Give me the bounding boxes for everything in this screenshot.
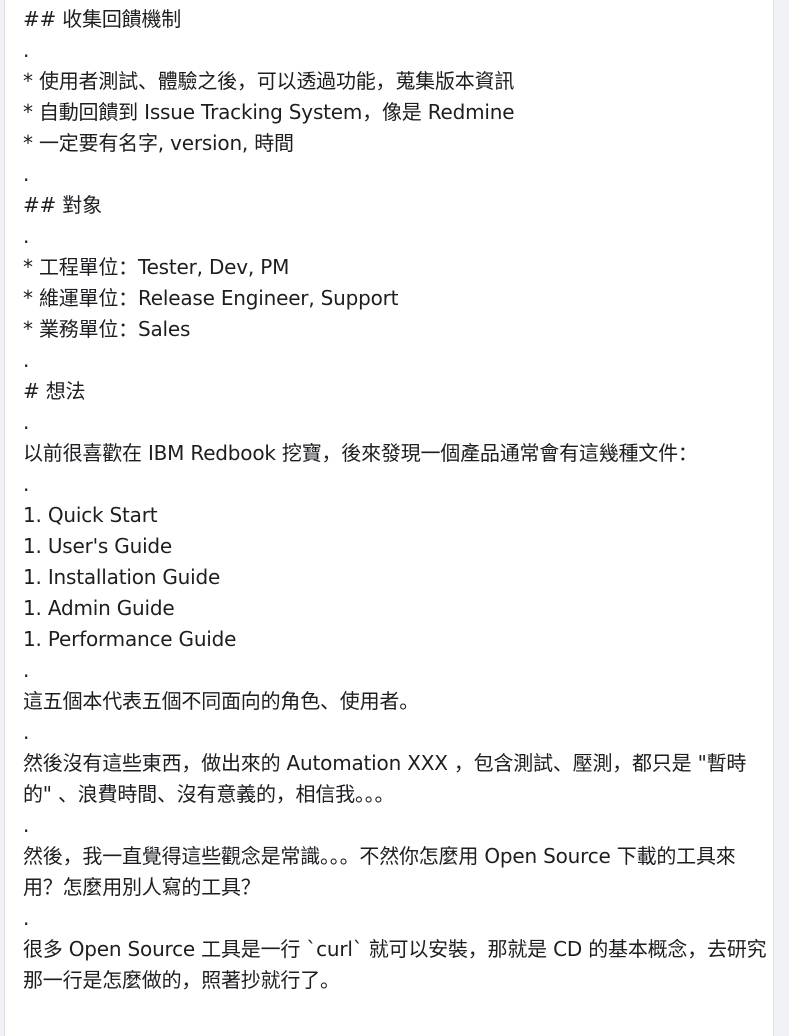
separator-dot: . xyxy=(23,720,30,744)
separator-dot: . xyxy=(23,472,30,496)
list-item: 1. Performance Guide xyxy=(23,627,237,651)
separator-dot: . xyxy=(23,906,30,930)
list-item: 1. User's Guide xyxy=(23,534,173,558)
separator-dot: . xyxy=(23,38,30,62)
paragraph: 然後，我一直覺得這些觀念是常識。。。不然你怎麼用 Open Source 下載的… xyxy=(23,844,736,899)
paragraph: 以前很喜歡在 IBM Redbook 挖寶，後來發現一個產品通常會有這幾種文件： xyxy=(23,441,698,465)
post-card: ## 收集回饋機制 . * 使用者測試、體驗之後，可以透過功能，蒐集版本資訊 *… xyxy=(4,0,774,1036)
heading-thoughts: # 想法 xyxy=(23,379,86,403)
separator-dot: . xyxy=(23,813,30,837)
separator-dot: . xyxy=(23,348,30,372)
heading-feedback: ## 收集回饋機制 xyxy=(23,7,182,31)
list-item: * 一定要有名字, version, 時間 xyxy=(23,131,294,155)
list-item: 1. Admin Guide xyxy=(23,596,175,620)
paragraph: 然後沒有這些東西，做出來的 Automation XXX ，包含測試、壓測，都只… xyxy=(23,751,747,806)
list-item: 1. Quick Start xyxy=(23,503,158,527)
paragraph: 這五個本代表五個不同面向的角色、使用者。 xyxy=(23,689,419,713)
list-item: * 使用者測試、體驗之後，可以透過功能，蒐集版本資訊 xyxy=(23,69,515,93)
list-item: 1. Installation Guide xyxy=(23,565,221,589)
list-item: * 工程單位：Tester, Dev, PM xyxy=(23,255,290,279)
list-item: * 自動回饋到 Issue Tracking System，像是 Redmine xyxy=(23,100,515,124)
heading-audience: ## 對象 xyxy=(23,193,102,217)
list-item: * 維運單位：Release Engineer, Support xyxy=(23,286,399,310)
post-body: ## 收集回饋機制 . * 使用者測試、體驗之後，可以透過功能，蒐集版本資訊 *… xyxy=(23,4,768,996)
separator-dot: . xyxy=(23,162,30,186)
list-item: * 業務單位：Sales xyxy=(23,317,191,341)
separator-dot: . xyxy=(23,224,30,248)
separator-dot: . xyxy=(23,658,30,682)
paragraph: 很多 Open Source 工具是一行 `curl` 就可以安裝，那就是 CD… xyxy=(23,937,767,992)
separator-dot: . xyxy=(23,410,30,434)
